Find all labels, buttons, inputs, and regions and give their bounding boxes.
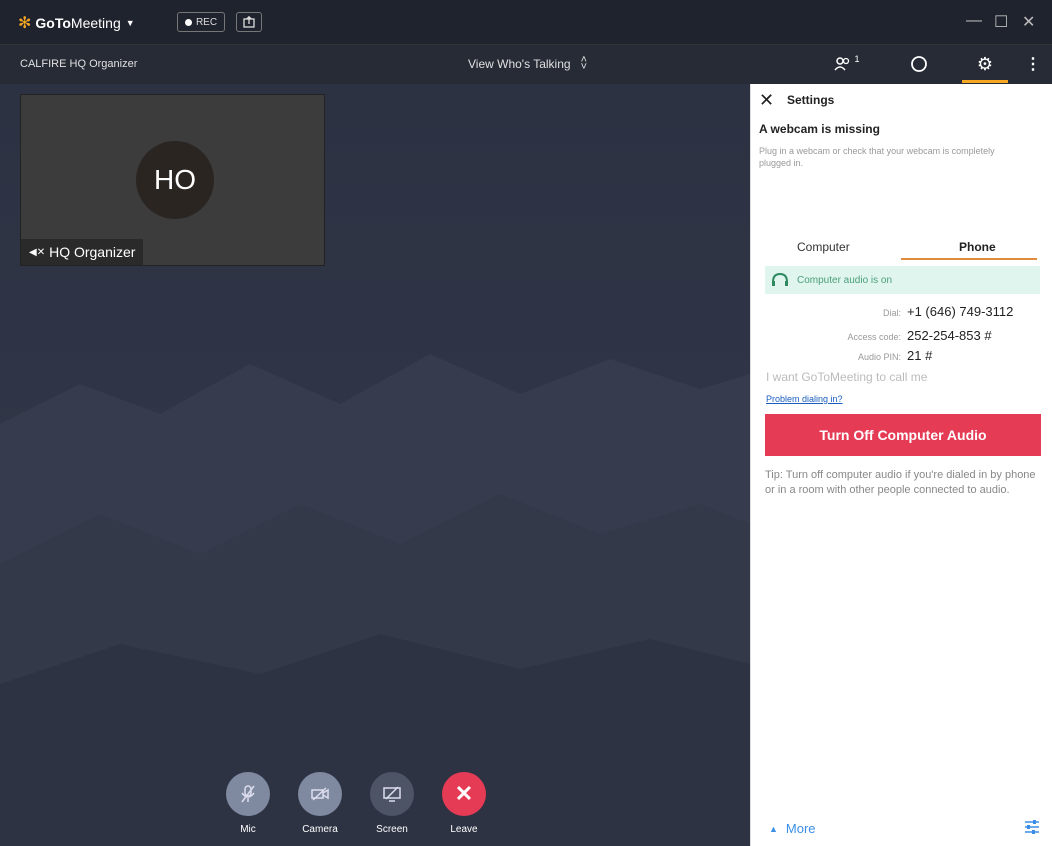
speaker-muted-icon: ◀✕ — [29, 246, 46, 258]
share-meeting-button[interactable] — [236, 12, 262, 32]
record-label: REC — [195, 16, 218, 28]
logo-rest: Meeting — [70, 15, 121, 31]
leave-label: Leave — [450, 824, 478, 835]
gotomeeting-logo-icon: ✻ — [18, 15, 32, 32]
dial-label: Dial: — [882, 308, 901, 318]
leave-control[interactable]: ✕ Leave — [434, 772, 494, 835]
more-options-button[interactable]: ⋮ — [1018, 50, 1048, 78]
kebab-menu-icon: ⋮ — [1025, 56, 1041, 73]
attendee-count: 1 — [854, 54, 860, 64]
chat-button[interactable] — [904, 50, 934, 78]
triangle-up-icon: ▲ — [769, 823, 778, 834]
logo-bold: GoTo — [35, 15, 71, 31]
panel-title: Settings — [787, 93, 835, 107]
screen-share-off-icon — [383, 786, 401, 802]
view-mode-label: View Who's Talking — [468, 57, 571, 71]
tab-computer[interactable]: Computer — [797, 240, 850, 254]
avatar: HO — [136, 141, 214, 219]
headset-icon — [772, 272, 788, 286]
close-icon[interactable]: ✕ — [759, 90, 774, 111]
video-tile[interactable]: HO ◀✕ HQ Organizer — [20, 94, 325, 266]
mic-off-icon — [241, 785, 255, 803]
access-code-value: 252-254-853 # — [907, 328, 992, 343]
turn-off-computer-audio-button[interactable]: Turn Off Computer Audio — [765, 414, 1041, 456]
chat-icon — [911, 56, 927, 72]
attendees-button[interactable]: 1 — [832, 50, 862, 78]
audio-pin-label: Audio PIN: — [857, 352, 901, 362]
record-dot-icon — [184, 18, 192, 26]
chevron-down-icon: ▼ — [125, 18, 135, 28]
audio-settings-icon[interactable] — [1023, 818, 1041, 836]
camera-off-icon — [311, 787, 329, 801]
audio-status-text: Computer audio is on — [797, 274, 893, 286]
access-code-label: Access code: — [847, 332, 901, 342]
camera-button[interactable] — [298, 772, 342, 816]
mic-button[interactable] — [226, 772, 270, 816]
settings-button[interactable]: ⚙ — [970, 50, 1000, 78]
audio-status-banner: Computer audio is on — [765, 266, 1040, 294]
more-button[interactable]: ▲ More — [769, 821, 816, 836]
up-down-icon: ˄ ˅ — [580, 54, 587, 73]
app-menu[interactable]: ✻ GoTo Meeting ▼ — [18, 13, 135, 33]
more-label: More — [785, 821, 816, 836]
mic-control[interactable]: Mic — [218, 772, 278, 835]
webcam-warning-title: A webcam is missing — [759, 122, 880, 136]
record-button[interactable]: REC — [177, 12, 225, 32]
settings-panel: ✕ Settings A webcam is missing Plug in a… — [750, 84, 1052, 846]
mic-label: Mic — [240, 824, 256, 835]
camera-control[interactable]: Camera — [290, 772, 350, 835]
webcam-warning-message: Plug in a webcam or check that your webc… — [759, 146, 995, 168]
title-bar: ✻ GoTo Meeting ▼ REC — ☐ ✕ — [0, 0, 1052, 44]
audio-pin-value: 21 # — [907, 348, 933, 363]
call-me-option[interactable]: I want GoToMeeting to call me — [766, 370, 927, 384]
problem-dialing-link[interactable]: Problem dialing in? — [766, 394, 843, 404]
view-mode-selector[interactable]: View Who's Talking ˄ ˅ — [468, 54, 587, 73]
access-code-row: Access code: 252-254-853 # — [791, 328, 992, 343]
dial-row: Dial: +1 (646) 749-3112 — [791, 304, 1013, 319]
meeting-bar: CALFIRE HQ Organizer View Who's Talking … — [0, 44, 1052, 84]
close-icon: ✕ — [454, 781, 474, 806]
gear-icon: ⚙ — [976, 53, 994, 74]
dial-number: +1 (646) 749-3112 — [907, 304, 1014, 319]
screen-control[interactable]: Screen — [362, 772, 422, 835]
audio-pin-row: Audio PIN: 21 # — [791, 348, 932, 363]
screen-label: Screen — [376, 824, 408, 835]
meeting-title: CALFIRE HQ Organizer — [20, 58, 138, 70]
background-mountains — [0, 354, 750, 846]
participant-name: HQ Organizer — [49, 244, 136, 260]
tip-text: Tip: Turn off computer audio if you're d… — [765, 469, 1036, 496]
close-window-icon[interactable]: ✕ — [1022, 12, 1035, 32]
camera-label: Camera — [302, 824, 338, 835]
maximize-icon[interactable]: ☐ — [994, 12, 1008, 32]
share-icon — [243, 16, 255, 28]
leave-button[interactable]: ✕ — [442, 772, 486, 816]
video-stage: HO ◀✕ HQ Organizer — [0, 84, 750, 846]
settings-active-indicator — [962, 80, 1008, 83]
attendees-icon — [834, 57, 850, 71]
screen-button[interactable] — [370, 772, 414, 816]
minimize-icon[interactable]: — — [966, 12, 982, 30]
active-tab-indicator — [901, 258, 1037, 260]
participant-label: ◀✕ HQ Organizer — [21, 239, 144, 265]
tab-phone[interactable]: Phone — [959, 240, 996, 254]
